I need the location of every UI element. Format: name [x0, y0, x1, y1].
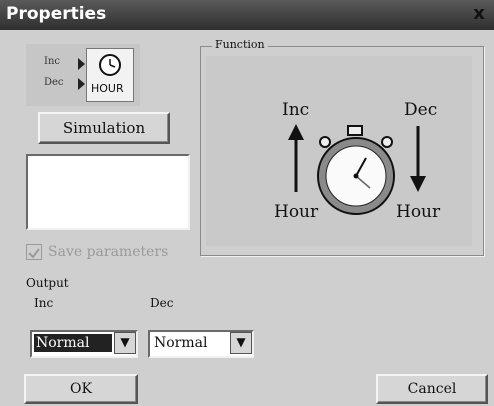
save-parameters-label: Save parameters: [48, 244, 169, 260]
stopwatch-icon: [317, 125, 395, 215]
function-diagram: Inc Dec Hour Hour: [206, 56, 472, 246]
hour-block-icon: HOUR: [86, 48, 134, 102]
inc-port-arrow-icon: [78, 58, 85, 70]
simulation-button[interactable]: Simulation: [38, 112, 170, 144]
inc-output-select[interactable]: Normal ▼: [30, 330, 138, 358]
clock-icon: [99, 54, 121, 76]
function-hour-left-label: Hour: [274, 202, 319, 222]
output-inc-label: Inc: [34, 296, 54, 310]
description-box[interactable]: [26, 154, 190, 230]
function-dec-label: Dec: [404, 100, 438, 120]
save-parameters-checkbox[interactable]: [26, 244, 42, 260]
dec-down-arrow-icon: [410, 126, 426, 192]
dec-port-arrow-icon: [78, 78, 85, 90]
ok-button[interactable]: OK: [24, 374, 138, 404]
window-title: Properties: [6, 4, 107, 24]
cancel-button[interactable]: Cancel: [376, 374, 488, 404]
dec-output-select[interactable]: Normal ▼: [148, 330, 254, 358]
function-inc-label: Inc: [282, 100, 310, 120]
close-icon[interactable]: x: [468, 3, 490, 25]
output-group-title: Output: [26, 276, 69, 290]
icon-hour-label: HOUR: [91, 82, 124, 95]
chevron-down-icon[interactable]: ▼: [230, 332, 252, 354]
dec-output-value: Normal: [154, 335, 208, 351]
output-dec-label: Dec: [150, 296, 174, 310]
function-hour-right-label: Hour: [396, 202, 441, 222]
check-mark-icon: [28, 248, 40, 259]
inc-up-arrow-icon: [288, 124, 304, 192]
chevron-down-icon[interactable]: ▼: [114, 332, 136, 354]
inc-output-value: Normal: [34, 334, 112, 352]
block-icon-preview: Inc Dec HOUR: [26, 44, 140, 106]
icon-inc-label: Inc: [44, 56, 60, 67]
function-group-title: Function: [212, 38, 268, 51]
icon-dec-label: Dec: [44, 77, 64, 88]
